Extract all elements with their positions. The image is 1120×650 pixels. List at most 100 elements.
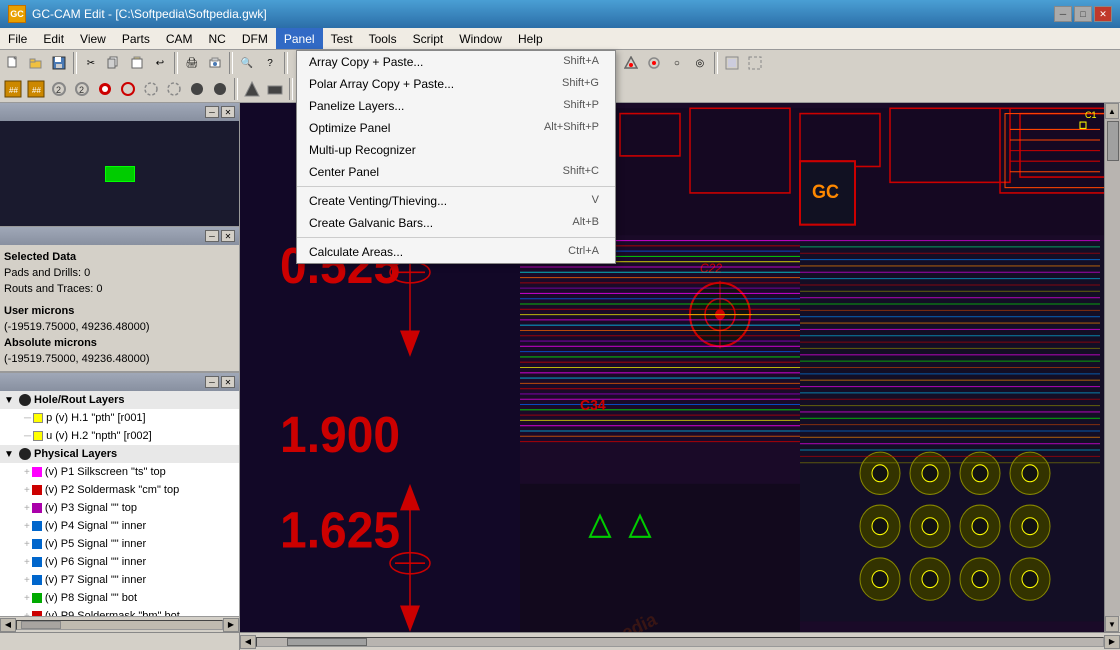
grid8-button[interactable] <box>643 52 665 74</box>
menu-item-polar-array[interactable]: Polar Array Copy + Paste... Shift+G <box>297 73 615 95</box>
svg-text:C34: C34 <box>580 397 606 413</box>
vscroll-up-btn[interactable]: ▲ <box>1105 103 1119 119</box>
svg-text:C1: C1 <box>1085 110 1096 120</box>
physical-layers-section[interactable]: ▼ Physical Layers <box>0 445 239 463</box>
menu-item-panelize[interactable]: Panelize Layers... Shift+P <box>297 95 615 117</box>
layer-tree-minimize-btn[interactable]: ─ <box>205 376 219 388</box>
canvas-hscrollbar[interactable]: ◀ ▶ <box>240 633 1120 650</box>
save-button[interactable] <box>48 52 70 74</box>
hole-rout-section[interactable]: ▼ Hole/Rout Layers <box>0 391 239 409</box>
menu-tools[interactable]: Tools <box>361 28 405 49</box>
toolbar2-sep1 <box>234 78 238 100</box>
vscrollbar[interactable]: ▲ ▼ <box>1104 103 1120 632</box>
layer-tb-btn2[interactable]: ## <box>25 78 47 100</box>
layer-tb-btn4[interactable]: 2 <box>71 78 93 100</box>
hscroll-thumb[interactable] <box>21 621 61 629</box>
layer-p2[interactable]: + (v) P2 Soldermask "cm" top <box>0 481 239 499</box>
menu-script[interactable]: Script <box>405 28 452 49</box>
menu-panel[interactable]: Panel <box>276 28 323 49</box>
layer-p5[interactable]: + (v) P5 Signal "" inner <box>0 535 239 553</box>
menu-item-center[interactable]: Center Panel Shift+C <box>297 161 615 183</box>
vscroll-down-btn[interactable]: ▼ <box>1105 616 1119 632</box>
layer-p8[interactable]: + (v) P8 Signal "" bot <box>0 589 239 607</box>
hscroll-canvas-left[interactable]: ◀ <box>240 635 256 649</box>
selected-minimize-btn[interactable]: ─ <box>205 230 219 242</box>
menu-help[interactable]: Help <box>510 28 551 49</box>
physical-dot <box>19 448 31 460</box>
hole-rout-label: Hole/Rout Layers <box>34 394 124 406</box>
layer-p7[interactable]: + (v) P7 Signal "" inner <box>0 571 239 589</box>
menu-dfm[interactable]: DFM <box>234 28 276 49</box>
layer-tb-btn8[interactable] <box>163 78 185 100</box>
grid9-button[interactable]: ○ <box>666 52 688 74</box>
vscroll-thumb[interactable] <box>1107 121 1119 161</box>
layer-tb-btn1[interactable]: ## <box>2 78 24 100</box>
help-button[interactable]: ? <box>259 52 281 74</box>
selected-close-btn[interactable]: ✕ <box>221 230 235 242</box>
layer-tb-btn3[interactable]: 2 <box>48 78 70 100</box>
menu-edit[interactable]: Edit <box>35 28 72 49</box>
grid10-button[interactable]: ◎ <box>689 52 711 74</box>
new-button[interactable] <box>2 52 24 74</box>
hscroll-canvas-right[interactable]: ▶ <box>1104 635 1120 649</box>
zoom-pointer-button[interactable]: 🔍 <box>236 52 258 74</box>
layer-tb-btn10[interactable] <box>209 78 231 100</box>
maximize-button[interactable]: □ <box>1074 6 1092 22</box>
layer-p1[interactable]: + (v) P1 Silkscreen "ts" top <box>0 463 239 481</box>
menu-view[interactable]: View <box>72 28 114 49</box>
view-btn1[interactable] <box>721 52 743 74</box>
layer-tb-btn5[interactable] <box>94 78 116 100</box>
menu-window[interactable]: Window <box>451 28 510 49</box>
view-btn2[interactable] <box>744 52 766 74</box>
menu-parts[interactable]: Parts <box>114 28 158 49</box>
menu-item-optimize[interactable]: Optimize Panel Alt+Shift+P <box>297 117 615 139</box>
undo-button[interactable]: ↩ <box>149 52 171 74</box>
menu-item-multiup[interactable]: Multi-up Recognizer <box>297 139 615 161</box>
layer-p5-color <box>32 539 42 549</box>
layer-tree: ▼ Hole/Rout Layers ─ p (v) H.1 "pth" [r0… <box>0 391 239 616</box>
layer-tb-btn6[interactable] <box>117 78 139 100</box>
layer-tb-btn12[interactable] <box>264 78 286 100</box>
layer-p8-color <box>32 593 42 603</box>
layer-p6[interactable]: + (v) P6 Signal "" inner <box>0 553 239 571</box>
close-button[interactable]: ✕ <box>1094 6 1112 22</box>
menu-cam[interactable]: CAM <box>158 28 201 49</box>
minimize-button[interactable]: ─ <box>1054 6 1072 22</box>
layer-p3[interactable]: + (v) P3 Signal "" top <box>0 499 239 517</box>
preview-close-btn[interactable]: ✕ <box>221 106 235 118</box>
print-preview-button[interactable] <box>204 52 226 74</box>
cut-button[interactable]: ✂ <box>80 52 102 74</box>
layer-p1-color <box>32 467 42 477</box>
layer-p3-label: (v) P3 Signal "" top <box>45 502 137 514</box>
svg-text:2: 2 <box>79 85 84 95</box>
menu-file[interactable]: File <box>0 28 35 49</box>
layer-tb-btn9[interactable] <box>186 78 208 100</box>
hscroll-right-btn[interactable]: ▶ <box>223 618 239 632</box>
menu-item-calculate[interactable]: Calculate Areas... Ctrl+A <box>297 241 615 263</box>
menu-item-array-copy-paste[interactable]: Array Copy + Paste... Shift+A <box>297 51 615 73</box>
hscroll-left-btn[interactable]: ◀ <box>0 618 16 632</box>
grid7-button[interactable] <box>620 52 642 74</box>
user-microns-label: User microns <box>4 303 235 319</box>
layer-p9[interactable]: + (v) P9 Soldermask "bm" bot <box>0 607 239 616</box>
layer-tree-close-btn[interactable]: ✕ <box>221 376 235 388</box>
menu-item-venting[interactable]: Create Venting/Thieving... V <box>297 190 615 212</box>
layer-tb-btn7[interactable] <box>140 78 162 100</box>
layer-h2[interactable]: ─ u (v) H.2 "npth" [r002] <box>0 427 239 445</box>
hscroll-canvas-thumb[interactable] <box>287 638 367 646</box>
layer-p4[interactable]: + (v) P4 Signal "" inner <box>0 517 239 535</box>
menu-item-galvanic[interactable]: Create Galvanic Bars... Alt+B <box>297 212 615 234</box>
menu-test[interactable]: Test <box>323 28 361 49</box>
layer-tree-header: ─ ✕ <box>0 373 239 391</box>
preview-minimize-btn[interactable]: ─ <box>205 106 219 118</box>
copy-button[interactable] <box>103 52 125 74</box>
layer-tb-btn11[interactable] <box>241 78 263 100</box>
layer-h1[interactable]: ─ p (v) H.1 "pth" [r001] <box>0 409 239 427</box>
preview-section: ─ ✕ <box>0 103 239 227</box>
layer-h1-color <box>33 413 43 423</box>
open-button[interactable] <box>25 52 47 74</box>
print-button[interactable]: 🖨 <box>181 52 203 74</box>
paste-button[interactable] <box>126 52 148 74</box>
layer-tree-hscrollbar[interactable]: ◀ ▶ <box>0 616 239 632</box>
menu-nc[interactable]: NC <box>201 28 234 49</box>
